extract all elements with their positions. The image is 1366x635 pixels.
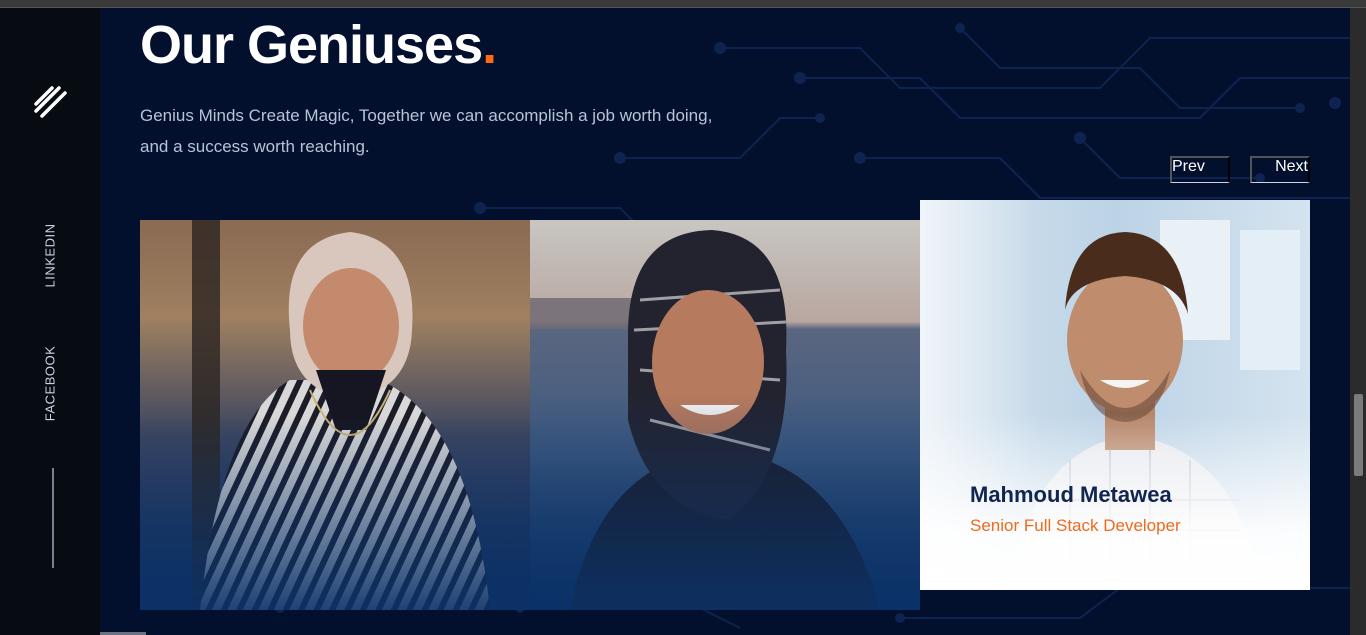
team-card-1[interactable] <box>140 220 530 610</box>
linkedin-link[interactable]: LINKEDIN <box>43 224 58 288</box>
section-title: Our Geniuses. <box>140 14 497 76</box>
team-member-photo-2 <box>530 220 920 610</box>
team-card-active[interactable]: Mahmoud Metawea Senior Full Stack Develo… <box>920 200 1310 590</box>
section-title-text: Our Geniuses <box>140 15 483 75</box>
team-section: Our Geniuses. Genius Minds Create Magic,… <box>100 8 1350 635</box>
sidebar-divider <box>52 468 54 568</box>
facebook-link[interactable]: FACEBOOK <box>43 346 58 422</box>
scrollbar-thumb[interactable] <box>1354 394 1363 476</box>
team-member-info: Mahmoud Metawea Senior Full Stack Develo… <box>970 482 1181 536</box>
browser-top-edge <box>0 0 1366 8</box>
sidebar: LINKEDIN FACEBOOK <box>0 8 100 635</box>
team-member-name: Mahmoud Metawea <box>970 482 1172 507</box>
prev-button[interactable]: Prev <box>1170 156 1230 183</box>
section-subtitle: Genius Minds Create Magic, Together we c… <box>140 106 713 156</box>
team-card-2[interactable] <box>530 220 920 610</box>
team-member-role: Senior Full Stack Developer <box>970 516 1181 535</box>
next-button[interactable]: Next <box>1250 156 1310 183</box>
team-member-photo-1 <box>140 220 530 610</box>
title-accent-dot: . <box>482 15 497 75</box>
page-scrollbar[interactable] <box>1350 8 1366 635</box>
logo-icon[interactable] <box>32 84 68 120</box>
